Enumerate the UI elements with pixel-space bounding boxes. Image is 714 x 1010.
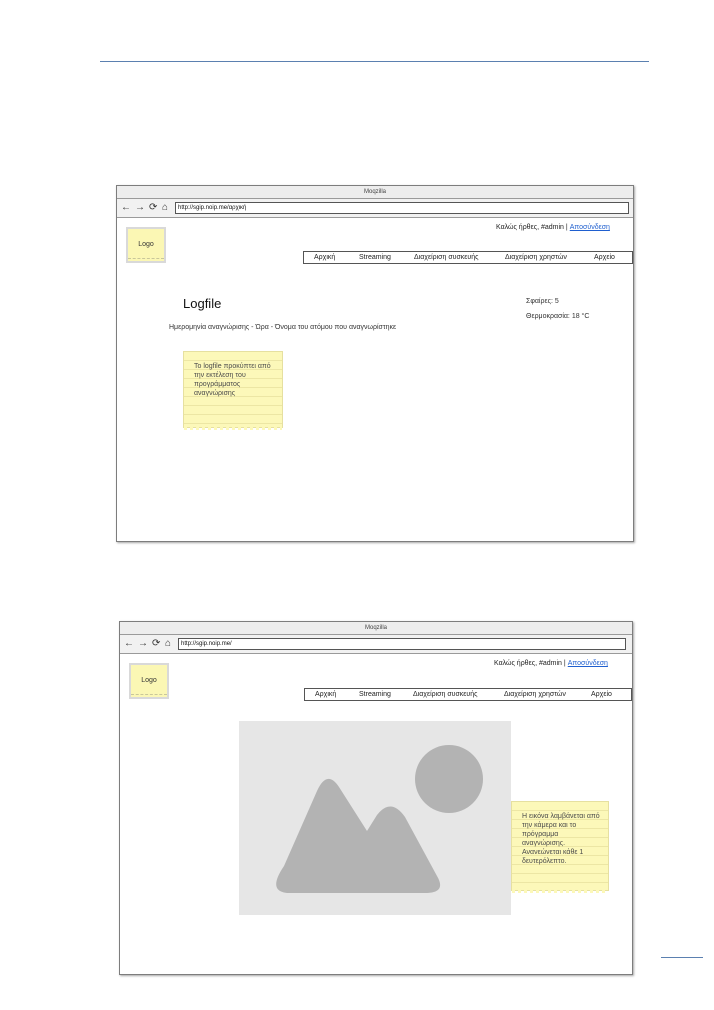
welcome-separator: | [565, 224, 568, 231]
window-title: Moqzilla [120, 622, 632, 635]
back-icon[interactable]: ← [121, 201, 131, 214]
menu-item-home[interactable]: Αρχική [314, 252, 335, 263]
logout-link[interactable]: Αποσύνδεση [570, 224, 610, 231]
welcome-separator: | [563, 660, 566, 667]
menu-item-users[interactable]: Διαχείριση χρηστών [505, 252, 567, 263]
reload-icon[interactable]: ⟳ [152, 637, 160, 650]
header-rule [100, 61, 649, 62]
menu-item-archive[interactable]: Αρχείο [591, 689, 612, 700]
camera-stream-image [239, 721, 511, 915]
footer-rule [661, 957, 703, 958]
home-icon[interactable]: ⌂ [162, 201, 168, 214]
temperature-readout: Θερμοκρασία: 18 °C [526, 313, 590, 320]
browser-window-streaming: Moqzilla ← → ⟳ ⌂ http://sgip.noip.me/ Lo… [119, 621, 633, 975]
log-format-text: Ημερομηνία αναγνώρισης - Ώρα - Όνομα του… [169, 324, 397, 331]
browser-toolbar: ← → ⟳ ⌂ http://sgip.noip.me/ [120, 635, 632, 654]
welcome-text: Καλώς ήρθες, #admin [494, 660, 562, 667]
browser-window-logfile: Moqzilla ← → ⟳ ⌂ http://sgip.noip.me/αρχ… [116, 185, 634, 542]
welcome-bar: Καλώς ήρθες, #admin | Αποσύνδεση [494, 660, 608, 667]
sticky-note-text: Η εικόνα λαμβάνεται από την κάμερα και τ… [522, 813, 600, 865]
sticky-note-text: Το logfile προκύπτει από την εκτέλεση το… [194, 363, 271, 397]
address-bar[interactable]: http://sgip.noip.me/αρχική [175, 202, 629, 214]
welcome-text: Καλώς ήρθες, #admin [496, 224, 564, 231]
menu-item-device[interactable]: Διαχείριση συσκευής [414, 252, 479, 263]
sticky-note-stream: Η εικόνα λαμβάνεται από την κάμερα και τ… [511, 801, 609, 893]
menu-item-home[interactable]: Αρχική [315, 689, 336, 700]
browser-toolbar: ← → ⟳ ⌂ http://sgip.noip.me/αρχική [117, 199, 633, 218]
logo: Logo [129, 663, 169, 699]
sticky-note-logfile: Το logfile προκύπτει από την εκτέλεση το… [183, 351, 283, 430]
window-title: Moqzilla [117, 186, 633, 199]
menu-item-users[interactable]: Διαχείριση χρηστών [504, 689, 566, 700]
back-icon[interactable]: ← [124, 637, 134, 650]
main-menu: Αρχική Streaming Διαχείριση συσκευής Δια… [303, 251, 633, 264]
spheres-count: Σφαίρες: 5 [526, 298, 559, 305]
menu-item-archive[interactable]: Αρχείο [594, 252, 615, 263]
home-icon[interactable]: ⌂ [165, 637, 171, 650]
image-placeholder-icon [276, 745, 483, 893]
logout-link[interactable]: Αποσύνδεση [568, 660, 608, 667]
page-title: Logfile [183, 296, 222, 311]
reload-icon[interactable]: ⟳ [149, 201, 157, 214]
main-menu: Αρχική Streaming Διαχείριση συσκευής Δια… [304, 688, 632, 701]
forward-icon[interactable]: → [138, 637, 148, 650]
menu-item-device[interactable]: Διαχείριση συσκευής [413, 689, 478, 700]
menu-item-streaming[interactable]: Streaming [359, 252, 391, 263]
menu-item-streaming[interactable]: Streaming [359, 689, 391, 700]
logo: Logo [126, 227, 166, 263]
forward-icon[interactable]: → [135, 201, 145, 214]
welcome-bar: Καλώς ήρθες, #admin | Αποσύνδεση [496, 224, 610, 231]
address-bar[interactable]: http://sgip.noip.me/ [178, 638, 626, 650]
